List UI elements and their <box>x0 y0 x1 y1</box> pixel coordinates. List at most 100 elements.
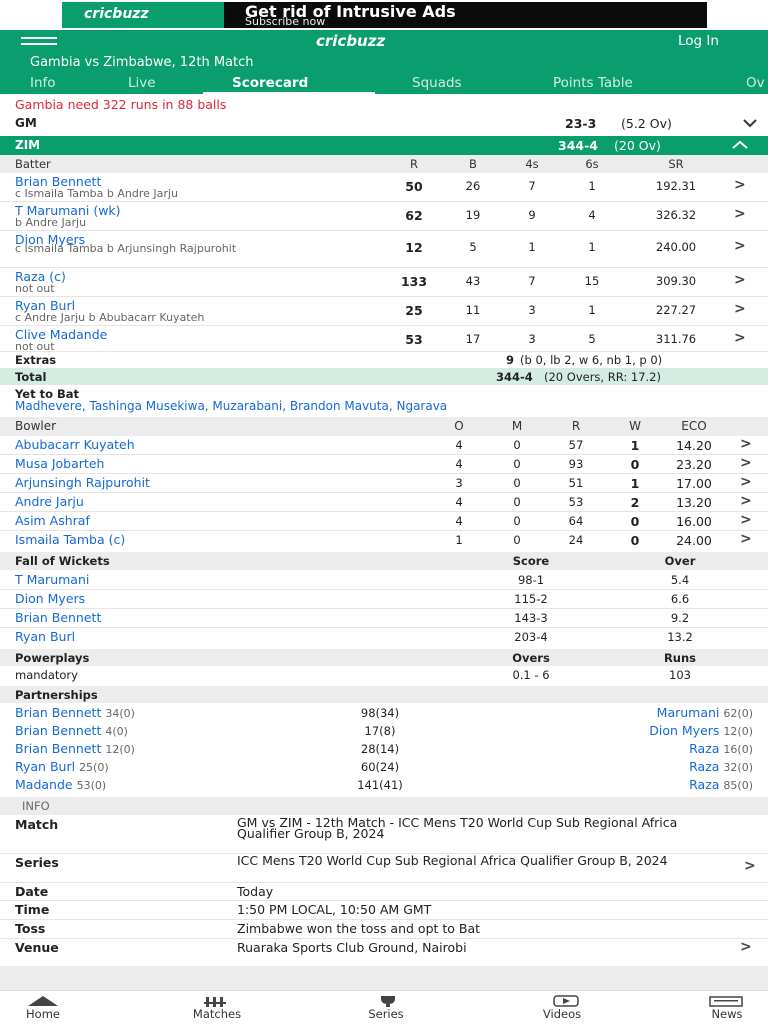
bowler-row[interactable]: Abubacarr Kuyateh 4 0 57 1 14.20 > <box>0 436 768 454</box>
tab-info[interactable]: Info <box>30 75 56 91</box>
batter-row[interactable]: Clive Madande not out 53 17 3 5 311.76 > <box>0 326 768 353</box>
fow-name[interactable]: Ryan Burl <box>15 629 75 644</box>
chevron-right-icon[interactable]: > <box>740 436 752 452</box>
chevron-right-icon[interactable]: > <box>734 272 746 288</box>
hamburger-icon[interactable] <box>21 37 57 47</box>
innings-zim-overs: (20 Ov) <box>614 138 661 153</box>
chevron-up-icon[interactable] <box>731 140 749 150</box>
bowler-maidens: 0 <box>513 438 521 452</box>
chevron-right-icon[interactable]: > <box>740 493 752 509</box>
partner-one-name[interactable]: Brian Bennett <box>15 741 101 756</box>
bowler-name[interactable]: Abubacarr Kuyateh <box>15 437 135 452</box>
batter-runs: 50 <box>405 179 423 194</box>
nav-news[interactable]: News <box>687 1007 767 1021</box>
bowler-maidens: 0 <box>513 476 521 490</box>
partner-one-name[interactable]: Ryan Burl <box>15 759 75 774</box>
bowler-name[interactable]: Asim Ashraf <box>15 513 90 528</box>
partner-two-name[interactable]: Marumani <box>657 705 720 720</box>
bowling-header-o: O <box>454 419 464 433</box>
tab-scorecard[interactable]: Scorecard <box>232 75 308 91</box>
partnership-total: 141(41) <box>357 778 403 792</box>
partner-one-name[interactable]: Madande <box>15 777 73 792</box>
partner-one-score: 53(0) <box>76 779 107 792</box>
batter-balls: 5 <box>469 240 477 254</box>
batter-row[interactable]: T Marumani (wk) b Andre Jarju 62 19 9 4 … <box>0 202 768 230</box>
fow-row[interactable]: Ryan Burl 203-4 13.2 <box>0 628 768 646</box>
batter-balls: 43 <box>465 274 481 288</box>
partner-one-name[interactable]: Brian Bennett <box>15 723 101 738</box>
partner-two-name[interactable]: Raza <box>689 759 719 774</box>
chevron-right-icon[interactable]: > <box>740 531 752 547</box>
chevron-right-icon[interactable]: > <box>740 474 752 490</box>
partner-two-name[interactable]: Dion Myers <box>649 723 719 738</box>
bowling-header-r: R <box>571 419 581 433</box>
ad-banner[interactable]: cricbuzz Get rid of Intrusive Ads Subscr… <box>62 2 707 28</box>
tab-overs[interactable]: Ov <box>746 75 765 91</box>
trophy-icon[interactable] <box>376 995 400 1007</box>
batter-row[interactable]: Raza (c) not out 133 43 7 15 309.30 > <box>0 268 768 296</box>
fow-name[interactable]: T Marumani <box>15 572 89 587</box>
chevron-right-icon[interactable]: > <box>734 301 746 317</box>
chevron-right-icon[interactable]: > <box>740 512 752 528</box>
chevron-right-icon[interactable]: > <box>734 206 746 222</box>
bowler-runs: 51 <box>568 476 584 490</box>
header-logo[interactable]: cricbuzz <box>316 32 385 50</box>
partner-two-name[interactable]: Raza <box>689 777 719 792</box>
nav-matches[interactable]: Matches <box>177 1007 257 1021</box>
nav-videos[interactable]: Videos <box>522 1007 602 1021</box>
info-series-row[interactable]: Series ICC Mens T20 World Cup Sub Region… <box>0 854 768 883</box>
bowler-row[interactable]: Asim Ashraf 4 0 64 0 16.00 > <box>0 512 768 530</box>
bowler-name[interactable]: Ismaila Tamba (c) <box>15 532 125 547</box>
partner-one-score: 12(0) <box>105 743 135 756</box>
bowler-runs: 57 <box>568 438 584 452</box>
chevron-right-icon[interactable]: > <box>734 238 746 254</box>
bowler-row[interactable]: Ismaila Tamba (c) 1 0 24 0 24.00 > <box>0 531 768 549</box>
batter-row[interactable]: Dion Myers c Ismaila Tamba b Arjunsingh … <box>0 231 768 267</box>
batter-sixes: 5 <box>588 332 596 346</box>
news-icon[interactable] <box>709 996 743 1007</box>
bowler-row[interactable]: Andre Jarju 4 0 53 2 13.20 > <box>0 493 768 511</box>
fow-name[interactable]: Dion Myers <box>15 591 85 606</box>
info-series-value[interactable]: ICC Mens T20 World Cup Sub Regional Afri… <box>237 854 707 867</box>
info-venue-value[interactable]: Ruaraka Sports Club Ground, Nairobi <box>237 940 467 955</box>
bowler-row[interactable]: Arjunsingh Rajpurohit 3 0 51 1 17.00 > <box>0 474 768 492</box>
home-icon[interactable] <box>26 995 60 1007</box>
bowler-name[interactable]: Andre Jarju <box>15 494 84 509</box>
innings-gm-header[interactable]: GM 23-3 (5.2 Ov) <box>0 113 768 135</box>
chevron-right-icon[interactable]: > <box>740 455 752 471</box>
tab-points-table[interactable]: Points Table <box>553 75 633 91</box>
fow-row[interactable]: T Marumani 98-1 5.4 <box>0 571 768 589</box>
fow-row[interactable]: Brian Bennett 143-3 9.2 <box>0 609 768 627</box>
chevron-right-icon[interactable]: > <box>734 330 746 346</box>
chevron-right-icon[interactable]: > <box>734 177 746 193</box>
play-icon[interactable] <box>553 995 579 1007</box>
bowling-header-bowler: Bowler <box>15 419 57 433</box>
info-venue-row[interactable]: Venue Ruaraka Sports Club Ground, Nairob… <box>0 939 768 958</box>
yet-to-bat-players[interactable]: Madhevere, Tashinga Musekiwa, Muzarabani… <box>15 399 447 413</box>
chevron-right-icon[interactable]: > <box>744 858 756 874</box>
batter-runs: 62 <box>405 208 423 223</box>
login-link[interactable]: Log In <box>678 33 719 49</box>
extras-label: Extras <box>15 353 57 367</box>
fow-name[interactable]: Brian Bennett <box>15 610 101 625</box>
bowler-name[interactable]: Arjunsingh Rajpurohit <box>15 475 150 490</box>
partner-two-name[interactable]: Raza <box>689 741 719 756</box>
nav-series[interactable]: Series <box>346 1007 426 1021</box>
batter-runs: 25 <box>405 303 423 318</box>
tab-squads[interactable]: Squads <box>412 75 462 91</box>
tab-live[interactable]: Live <box>128 75 156 91</box>
chevron-right-icon[interactable]: > <box>740 939 752 955</box>
batter-row[interactable]: Brian Bennett c Ismaila Tamba b Andre Ja… <box>0 173 768 201</box>
bowler-runs: 24 <box>568 533 584 547</box>
bowler-name[interactable]: Musa Jobarteh <box>15 456 104 471</box>
innings-zim-header[interactable]: ZIM 344-4 (20 Ov) <box>0 136 768 155</box>
nav-home[interactable]: Home <box>3 1007 83 1021</box>
info-venue-label: Venue <box>15 940 59 955</box>
chevron-down-icon[interactable] <box>742 118 758 128</box>
partner-one-name[interactable]: Brian Bennett <box>15 705 101 720</box>
batter-row[interactable]: Ryan Burl c Andre Jarju b Abubacarr Kuya… <box>0 297 768 325</box>
powerplay-row: mandatory 0.1 - 6 103 <box>0 666 768 684</box>
extras-row: Extras 9 (b 0, lb 2, w 6, nb 1, p 0) <box>0 352 768 368</box>
fow-row[interactable]: Dion Myers 115-2 6.6 <box>0 590 768 608</box>
bowler-row[interactable]: Musa Jobarteh 4 0 93 0 23.20 > <box>0 455 768 473</box>
